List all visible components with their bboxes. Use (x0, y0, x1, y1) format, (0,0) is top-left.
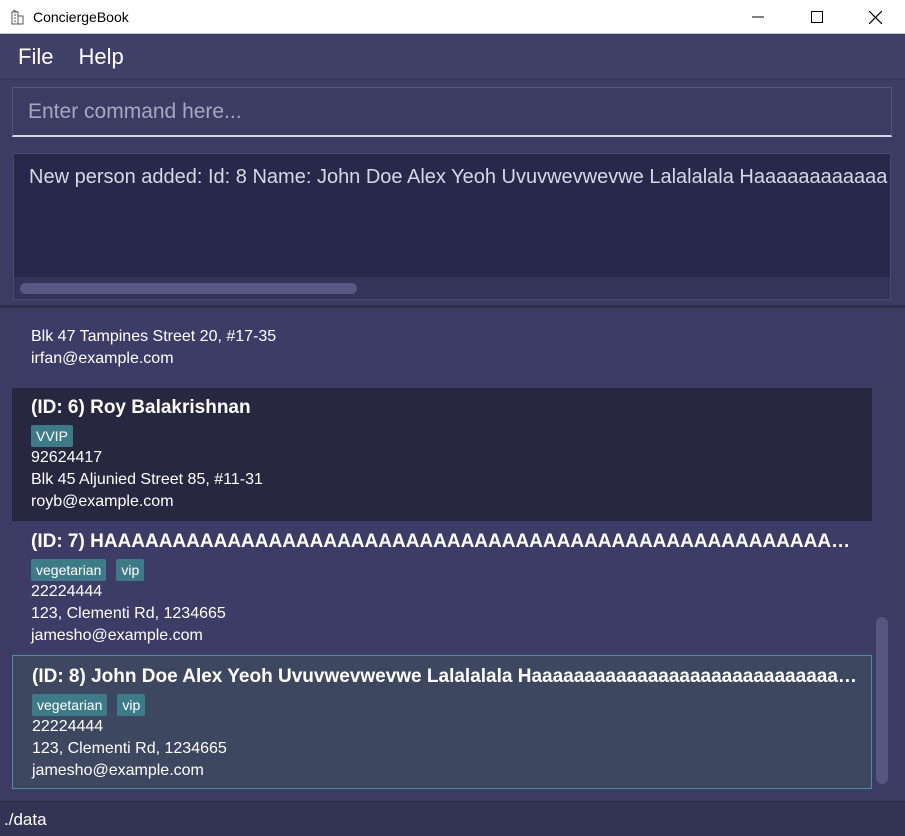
person-email: irfan@example.com (31, 350, 174, 367)
result-scroll-thumb[interactable] (20, 283, 357, 294)
tag-vegetarian: vegetarian (32, 694, 108, 716)
person-phone: 92624417 (31, 449, 103, 466)
person-phone: 22224444 (32, 718, 104, 735)
person-tags: vegetarian vip (31, 559, 872, 581)
menu-bar: File Help (0, 35, 905, 79)
result-horizontal-scrollbar[interactable] (14, 277, 890, 299)
result-display: New person added: Id: 8 Name: John Doe A… (13, 153, 891, 300)
person-address: Blk 45 Aljunied Street 85, #11-31 (31, 471, 263, 488)
command-box (12, 87, 892, 137)
result-text: New person added: Id: 8 Name: John Doe A… (29, 166, 888, 188)
data-file-path: ./data (4, 810, 47, 829)
tag-vvip: VVIP (31, 425, 73, 447)
title-bar: ConciergeBook (0, 0, 905, 34)
person-address: 123, Clementi Rd, 1234665 (32, 740, 227, 757)
menu-help[interactable]: Help (78, 44, 123, 70)
person-name: (ID: 7) HAAAAAAAAAAAAAAAAAAAAAAAAAAAAAAA… (31, 531, 872, 552)
status-bar: ./data (0, 801, 905, 836)
result-area: New person added: Id: 8 Name: John Doe A… (0, 146, 905, 308)
person-list-scrollbar[interactable] (874, 311, 890, 801)
minimize-button[interactable] (728, 0, 787, 34)
person-address: 123, Clementi Rd, 1234665 (31, 605, 226, 622)
building-icon (9, 9, 25, 25)
minimize-icon (751, 16, 764, 18)
command-input[interactable] (13, 88, 891, 135)
person-card-6[interactable]: (ID: 6) Roy Balakrishnan VVIP 92624417 B… (12, 388, 872, 521)
person-email: royb@example.com (31, 493, 174, 510)
person-email: jamesho@example.com (31, 627, 203, 644)
command-area (0, 80, 905, 146)
person-name: (ID: 6) Roy Balakrishnan (31, 397, 251, 418)
person-tags: vegetarian vip (32, 694, 871, 716)
person-tags: VVIP (31, 425, 872, 447)
tag-vip: vip (117, 694, 146, 716)
tag-vegetarian: vegetarian (31, 559, 107, 581)
maximize-icon (810, 11, 823, 23)
person-phone: 22224444 (31, 583, 103, 600)
menu-file[interactable]: File (18, 44, 53, 70)
person-address: Blk 47 Tampines Street 20, #17-35 (31, 328, 277, 345)
person-name: (ID: 8) John Doe Alex Yeoh Uvuvwevwevwe … (32, 666, 871, 687)
tag-vip: vip (116, 559, 145, 581)
window-title: ConciergeBook (33, 8, 129, 25)
person-card-5[interactable]: Blk 47 Tampines Street 20, #17-35 irfan@… (12, 311, 872, 388)
close-button[interactable] (846, 0, 905, 34)
person-list-scroll-thumb[interactable] (876, 617, 888, 784)
window-controls (728, 0, 905, 34)
maximize-button[interactable] (787, 0, 846, 34)
close-icon (869, 10, 882, 24)
person-card-8[interactable]: (ID: 8) John Doe Alex Yeoh Uvuvwevwevwe … (12, 655, 872, 789)
person-card-7[interactable]: (ID: 7) HAAAAAAAAAAAAAAAAAAAAAAAAAAAAAAA… (12, 521, 872, 655)
person-email: jamesho@example.com (32, 762, 204, 779)
person-list: Blk 47 Tampines Street 20, #17-35 irfan@… (0, 311, 905, 801)
